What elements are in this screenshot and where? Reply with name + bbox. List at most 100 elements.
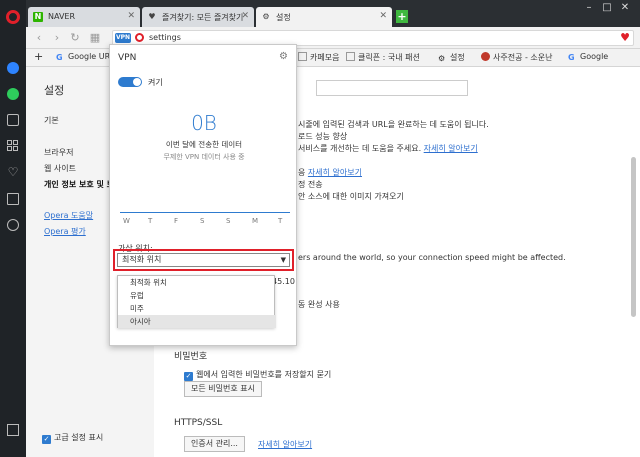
checkbox-checked-icon[interactable]: ✓ <box>184 372 193 381</box>
manage-certificates-button[interactable]: 인증서 관리... <box>184 436 245 452</box>
save-password-label: 웹에서 입력한 비밀번호를 저장할지 묻기 <box>196 370 332 379</box>
snapshot-icon[interactable] <box>7 114 19 126</box>
speed-dial-icon[interactable] <box>7 140 19 152</box>
privacy-line-2: 로드 성능 향상 <box>298 132 348 141</box>
add-bookmark-icon[interactable]: + <box>34 50 43 63</box>
site-icon <box>481 52 490 61</box>
tab-label: 설정 <box>276 13 291 22</box>
vpn-data-caption: 이번 달에 전송한 데이터 <box>165 140 243 149</box>
whatsapp-icon[interactable] <box>7 88 19 100</box>
settings-nav-websites[interactable]: 웹 사이트 <box>44 163 76 174</box>
bookmark-label: 설정 <box>450 53 465 62</box>
privacy-line-3: 서비스를 개선하는 데 도움을 주세요. 자세히 알아보기 <box>298 143 478 154</box>
vpn-location-dropdown: 최적화 위치 유럽 미주 아시아 <box>117 275 276 328</box>
page-icon <box>346 52 355 61</box>
vpn-toggle-label: 켜기 <box>148 78 163 87</box>
gear-icon: ⚙ <box>438 54 446 63</box>
privacy-line-6: 안 소스에 대한 이미지 가져오기 <box>298 192 404 201</box>
minimize-button[interactable]: – <box>580 0 598 16</box>
vpn-option-asia[interactable]: 아시아 <box>118 315 276 328</box>
tab-bar: N NAVER ✕ ♥ 즐겨찾기: 모든 즐겨찾기 ✕ ⚙ 설정 ✕ + – □ ✕ <box>26 0 640 27</box>
chevron-down-icon: ▼ <box>280 256 286 264</box>
vpn-day-label: T <box>278 217 283 225</box>
show-all-passwords-button[interactable]: 모든 비밀번호 표시 <box>184 381 262 397</box>
google-icon: G <box>56 53 63 62</box>
opera-url-icon <box>135 33 144 42</box>
toggle-knob <box>133 78 141 86</box>
gear-icon[interactable]: ⚙ <box>279 51 288 62</box>
learn-more-link[interactable]: 자세히 알아보기 <box>308 168 362 177</box>
vpn-title: VPN <box>118 53 137 63</box>
learn-more-link[interactable]: 자세히 알아보기 <box>424 144 478 153</box>
folder-icon <box>298 52 307 61</box>
google-icon: G <box>568 53 575 62</box>
history-icon[interactable] <box>7 219 19 231</box>
vpn-toggle[interactable] <box>118 77 142 87</box>
new-tab-button[interactable]: + <box>396 10 408 23</box>
vpn-day-label: F <box>174 217 179 225</box>
vpn-day-label: W <box>123 217 130 225</box>
bookmark-label: Google <box>580 52 609 61</box>
forward-icon[interactable]: › <box>50 31 64 45</box>
privacy-line-4-text: 응 <box>298 168 306 177</box>
bookmarks-heart-icon[interactable]: ♡ <box>7 166 19 178</box>
news-icon[interactable] <box>7 193 19 205</box>
vpn-option-americas[interactable]: 미주 <box>118 302 276 315</box>
tab-naver[interactable]: N NAVER ✕ <box>28 7 140 27</box>
bookmark-heart-icon[interactable]: ♥ <box>620 31 630 44</box>
bookmark-saju[interactable]: 사주전공 - 소운난 <box>481 52 553 63</box>
bookmark-fashion[interactable]: 클릭픈 : 국내 패션 <box>346 52 420 63</box>
page-title: 설정 <box>44 84 65 97</box>
vpn-day-label: S <box>226 217 231 225</box>
scrollbar-thumb[interactable] <box>631 157 636 317</box>
sidebar-toggle-icon[interactable] <box>7 424 19 436</box>
opera-help-link[interactable]: Opera 도움말 <box>44 210 93 221</box>
bookmark-settings[interactable]: ⚙ 설정 <box>438 52 465 63</box>
reload-icon[interactable]: ↻ <box>68 31 82 45</box>
privacy-line-4: 응 자세히 알아보기 <box>298 167 362 178</box>
tabs-grid-icon[interactable]: ▦ <box>88 31 102 45</box>
vpn-location-select[interactable]: 최적화 위치 ▼ <box>117 253 290 267</box>
close-icon[interactable]: ✕ <box>127 11 135 21</box>
certificate-learn-more-link[interactable]: 자세히 알아보기 <box>258 439 312 450</box>
vpn-option-optimal[interactable]: 최적화 위치 <box>118 276 276 289</box>
opera-rate-link[interactable]: Opera 평가 <box>44 226 86 237</box>
vpn-option-europe[interactable]: 유럽 <box>118 289 276 302</box>
back-icon[interactable]: ‹ <box>32 31 46 45</box>
messenger-icon[interactable] <box>7 62 19 74</box>
settings-nav-basic[interactable]: 기본 <box>44 115 59 126</box>
close-window-button[interactable]: ✕ <box>616 0 634 16</box>
save-password-option[interactable]: ✓ 웹에서 입력한 비밀번호를 저장할지 묻기 <box>184 369 331 381</box>
passwords-heading: 비밀번호 <box>174 352 208 362</box>
vpn-unlimited-caption: 무제한 VPN 데이터 사용 중 <box>163 153 245 161</box>
bookmark-label: 사주전공 - 소운난 <box>493 53 553 62</box>
tab-favorites[interactable]: ♥ 즐겨찾기: 모든 즐겨찾기 ✕ <box>142 7 254 27</box>
bookmark-cafe[interactable]: 카페모음 <box>298 52 339 63</box>
checkbox-checked-icon[interactable]: ✓ <box>42 435 51 444</box>
tab-settings[interactable]: ⚙ 설정 ✕ <box>256 7 392 27</box>
bookmark-google[interactable]: G Google <box>568 52 608 62</box>
vpn-day-label: M <box>252 217 259 225</box>
advanced-settings-toggle[interactable]: ✓ 고급 설정 표시 <box>42 432 103 444</box>
close-icon[interactable]: ✕ <box>379 11 387 21</box>
vpn-selected-location: 최적화 위치 <box>122 255 162 264</box>
tab-label: 즐겨찾기: 모든 즐겨찾기 <box>162 13 244 22</box>
privacy-line-1: 시줄에 입력된 검색과 URL을 완료하는 데 도움이 됩니다. <box>298 120 489 129</box>
settings-nav-browser[interactable]: 브라우저 <box>44 147 73 158</box>
naver-icon: N <box>33 12 43 22</box>
tab-label: NAVER <box>48 12 76 21</box>
bookmark-google-url[interactable]: G Google URL <box>56 52 115 62</box>
close-icon[interactable]: ✕ <box>241 11 249 21</box>
url-text[interactable]: settings <box>149 33 181 42</box>
settings-search-input[interactable] <box>316 80 468 96</box>
vpn-badge[interactable]: VPN <box>115 33 131 43</box>
maximize-button[interactable]: □ <box>598 0 616 16</box>
vpn-description: ers around the world, so your connection… <box>298 253 566 262</box>
opera-logo-icon[interactable] <box>6 10 20 24</box>
advanced-settings-label: 고급 설정 표시 <box>54 433 104 442</box>
bookmark-label: Google URL <box>68 52 115 61</box>
autofill-line: 동 완성 사용 <box>298 300 340 309</box>
browser-window: ♡ N NAVER ✕ ♥ 즐겨찾기: 모든 즐겨찾기 ✕ ⚙ 설정 ✕ + –… <box>0 0 640 457</box>
bookmark-label: 카페모음 <box>310 53 340 62</box>
privacy-line-3-text: 서비스를 개선하는 데 도움을 주세요. <box>298 144 422 153</box>
